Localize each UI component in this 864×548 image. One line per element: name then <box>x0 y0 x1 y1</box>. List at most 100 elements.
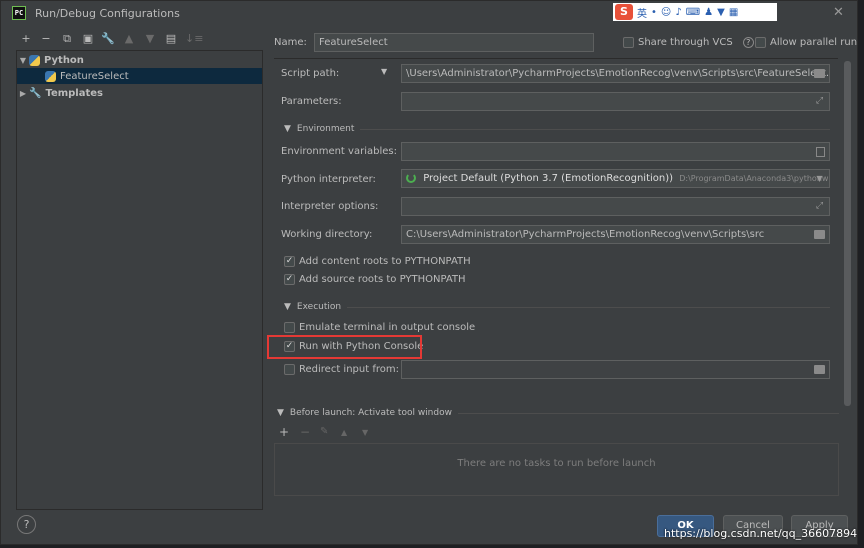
add-source-roots-label: Add source roots to PYTHONPATH <box>299 274 466 285</box>
collapse-arrow-icon[interactable]: ▶ <box>17 89 29 98</box>
before-launch-task-list[interactable]: There are no tasks to run before launch <box>274 443 839 496</box>
execution-label: Execution <box>296 302 342 312</box>
script-type-dropdown-icon[interactable]: ▼ <box>381 67 387 76</box>
browse-folder-icon[interactable] <box>814 69 825 78</box>
remove-task-button[interactable]: − <box>300 425 310 439</box>
env-vars-input[interactable] <box>401 142 830 161</box>
section-collapse-icon[interactable]: ▼ <box>284 124 291 134</box>
help-button[interactable]: ? <box>17 515 36 534</box>
browse-folder-icon[interactable] <box>814 230 825 239</box>
tree-node-python[interactable]: ▼ Python <box>17 52 262 68</box>
move-task-down-icon[interactable]: ▼ <box>362 428 368 437</box>
parameters-input[interactable]: ⤢ <box>401 92 830 111</box>
name-input[interactable]: FeatureSelect <box>314 33 594 52</box>
ime-mic-icon[interactable]: ♪ <box>675 7 681 18</box>
highlight-annotation-box <box>267 335 422 359</box>
interpreter-label: Python interpreter: <box>281 174 376 185</box>
sort-icon[interactable]: ↓≡ <box>185 32 203 46</box>
expand-arrow-icon[interactable]: ▼ <box>17 56 29 65</box>
interpreter-status-icon <box>406 173 416 183</box>
tree-label-templates: Templates <box>45 87 103 99</box>
move-down-icon[interactable]: ▼ <box>143 32 157 46</box>
working-dir-label: Working directory: <box>281 229 373 240</box>
help-icon[interactable]: ? <box>742 37 754 48</box>
expand-field-icon[interactable]: ⤢ <box>814 201 825 212</box>
ime-keyboard-icon[interactable]: ⌨ <box>686 7 700 18</box>
before-launch-header[interactable]: ▼ Before launch: Activate tool window <box>277 408 839 418</box>
edit-task-pencil-icon[interactable]: ✎ <box>320 426 328 437</box>
browse-folder-icon[interactable] <box>814 365 825 374</box>
edit-env-icon[interactable] <box>816 147 825 157</box>
interpreter-value: Project Default (Python 3.7 (EmotionReco… <box>423 173 674 184</box>
section-divider <box>457 412 839 414</box>
tree-node-featureselect[interactable]: FeatureSelect <box>17 68 262 84</box>
copy-config-icon[interactable]: ⧉ <box>60 32 74 46</box>
tree-node-templates[interactable]: ▶ 🔧 Templates <box>17 85 262 101</box>
close-icon[interactable]: ✕ <box>833 5 844 20</box>
redirect-input-field[interactable] <box>401 360 830 379</box>
add-source-roots-box[interactable]: ✓ <box>284 274 295 285</box>
section-divider <box>360 128 830 130</box>
window-title: Run/Debug Configurations <box>35 7 180 20</box>
python-file-icon <box>45 70 56 82</box>
script-path-label: Script path: <box>281 68 340 79</box>
wrench-icon: 🔧 <box>29 87 42 99</box>
create-folder-icon[interactable]: ▤ <box>164 32 178 46</box>
add-config-button[interactable]: + <box>19 32 33 46</box>
environment-section-header[interactable]: ▼ Environment <box>284 124 830 134</box>
ime-toolbar[interactable]: S 英 • ☺ ♪ ⌨ ♟ ▼ ▦ <box>613 3 777 21</box>
ime-punct-icon[interactable]: • <box>651 7 657 18</box>
interp-options-label: Interpreter options: <box>281 201 379 212</box>
working-dir-input[interactable]: C:\Users\Administrator\PycharmProjects\E… <box>401 225 830 244</box>
remove-config-button[interactable]: − <box>39 32 53 46</box>
parameters-label: Parameters: <box>281 96 342 107</box>
edit-defaults-wrench-icon[interactable]: 🔧 <box>101 32 115 46</box>
chevron-down-icon[interactable]: ▼ <box>814 173 825 184</box>
emulate-terminal-label: Emulate terminal in output console <box>299 322 476 333</box>
share-vcs-box[interactable] <box>623 37 634 48</box>
emulate-terminal-box[interactable] <box>284 322 295 333</box>
tree-label-python: Python <box>44 54 84 66</box>
save-config-icon[interactable]: ▣ <box>81 32 95 46</box>
config-tree: ▼ Python FeatureSelect ▶ 🔧 Templates <box>16 50 263 510</box>
python-icon <box>29 54 40 66</box>
script-path-input[interactable]: \Users\Administrator\PycharmProjects\Emo… <box>401 64 830 83</box>
redirect-input-checkbox[interactable]: Redirect input from: <box>284 364 399 375</box>
move-up-icon[interactable]: ▲ <box>122 32 136 46</box>
pycharm-icon: PC <box>12 6 26 20</box>
add-source-roots-checkbox[interactable]: ✓ Add source roots to PYTHONPATH <box>284 274 466 285</box>
ime-emoji-icon[interactable]: ☺ <box>661 7 671 18</box>
ime-lang-label[interactable]: 英 <box>637 5 647 20</box>
interpreter-select[interactable]: Project Default (Python 3.7 (EmotionReco… <box>401 169 830 188</box>
interp-options-input[interactable]: ⤢ <box>401 197 830 216</box>
section-divider <box>347 306 830 308</box>
sogou-logo-icon: S <box>615 4 633 20</box>
before-launch-label: Before launch: Activate tool window <box>289 408 452 418</box>
section-collapse-icon[interactable]: ▼ <box>277 408 284 418</box>
move-task-up-icon[interactable]: ▲ <box>341 428 347 437</box>
title-bar: PC Run/Debug Configurations S 英 • ☺ ♪ ⌨ … <box>1 1 857 25</box>
add-content-roots-checkbox[interactable]: ✓ Add content roots to PYTHONPATH <box>284 256 471 267</box>
run-debug-dialog: PC Run/Debug Configurations S 英 • ☺ ♪ ⌨ … <box>0 0 858 545</box>
vertical-scrollbar[interactable] <box>844 61 851 406</box>
csdn-watermark: https://blog.csdn.net/qq_36607894 <box>664 527 858 540</box>
working-dir-value: C:\Users\Administrator\PycharmProjects\E… <box>406 229 765 240</box>
ime-skin-icon[interactable]: ▼ <box>717 7 725 18</box>
share-vcs-checkbox[interactable]: Share through VCS ? <box>623 37 754 48</box>
add-content-roots-box[interactable]: ✓ <box>284 256 295 267</box>
expand-field-icon[interactable]: ⤢ <box>814 96 825 107</box>
ime-user-icon[interactable]: ♟ <box>704 7 713 18</box>
interpreter-path: D:\ProgramData\Anaconda3\pythonw <box>679 174 829 183</box>
redirect-input-box[interactable] <box>284 364 295 375</box>
script-path-value: \Users\Administrator\PycharmProjects\Emo… <box>406 68 830 79</box>
section-collapse-icon[interactable]: ▼ <box>284 302 291 312</box>
allow-parallel-box[interactable] <box>755 37 766 48</box>
ime-menu-icon[interactable]: ▦ <box>729 7 738 18</box>
allow-parallel-label: Allow parallel run <box>770 37 858 48</box>
allow-parallel-checkbox[interactable]: Allow parallel run <box>755 37 857 48</box>
emulate-terminal-checkbox[interactable]: Emulate terminal in output console <box>284 322 475 333</box>
env-vars-label: Environment variables: <box>281 146 397 157</box>
tree-label-featureselect: FeatureSelect <box>60 70 129 82</box>
execution-section-header[interactable]: ▼ Execution <box>284 302 830 312</box>
add-task-button[interactable]: + <box>279 425 289 439</box>
